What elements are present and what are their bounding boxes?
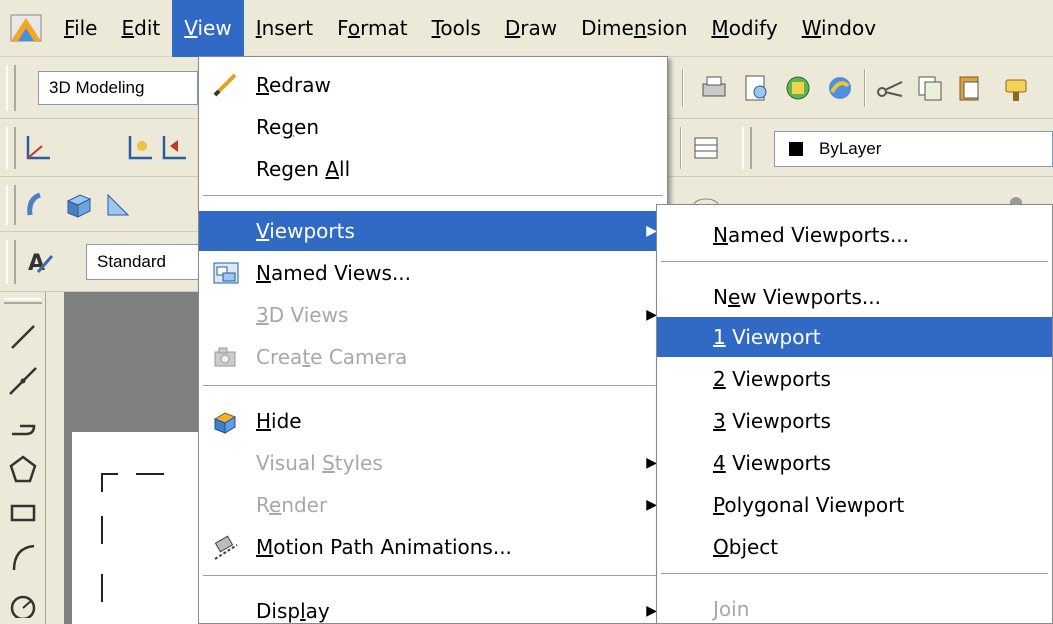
menu-item-motion-path-animations[interactable]: Motion Path Animations... — [199, 527, 667, 567]
toolbar-grip[interactable] — [742, 127, 752, 169]
polysolid-icon[interactable] — [22, 189, 54, 221]
toolbar-separator — [864, 69, 866, 107]
menu-item-create-camera[interactable]: Create Camera — [199, 337, 667, 377]
viewports-submenu: Named Viewports... New Viewports... 1 Vi… — [656, 204, 1053, 624]
polyline-icon[interactable] — [6, 408, 40, 442]
box-icon[interactable] — [62, 189, 94, 221]
3d-dwf-icon[interactable] — [824, 72, 856, 104]
menu-item-redraw[interactable]: Redraw — [199, 65, 667, 105]
redraw-pencil-icon — [213, 73, 237, 97]
menu-item-object[interactable]: Object — [657, 527, 1052, 567]
menu-item-2-viewports[interactable]: 2 Viewports — [657, 359, 1052, 399]
menu-view[interactable]: View — [172, 0, 244, 57]
autocad-app-icon[interactable] — [8, 10, 44, 46]
toolbar-grip[interactable] — [6, 65, 16, 111]
menu-separator — [203, 385, 663, 387]
menu-item-new-viewports[interactable]: New Viewports... — [657, 277, 1052, 317]
text-style-combo[interactable]: Standard — [86, 244, 202, 280]
ucs-icon[interactable] — [22, 132, 54, 164]
menu-item-visual-styles[interactable]: Visual Styles ▶ — [199, 443, 667, 483]
wedge-icon[interactable] — [102, 189, 134, 221]
menu-separator — [203, 575, 663, 577]
svg-text:A: A — [28, 251, 45, 276]
rectangle-icon[interactable] — [6, 496, 40, 530]
menu-separator — [661, 261, 1048, 263]
circle-icon[interactable] — [6, 584, 40, 618]
ucs-previous-icon[interactable] — [158, 132, 190, 164]
polygon-icon[interactable] — [6, 452, 40, 486]
menu-item-polygonal-viewport[interactable]: Polygonal Viewport — [657, 485, 1052, 525]
menu-edit[interactable]: Edit — [109, 0, 172, 57]
match-properties-icon[interactable] — [1000, 72, 1032, 104]
color-combo[interactable]: ByLayer — [774, 131, 1053, 167]
toolbar-grip[interactable] — [6, 127, 16, 169]
toolbar-grip[interactable] — [4, 298, 42, 304]
menu-item-hide[interactable]: Hide — [199, 401, 667, 441]
layer-states-icon[interactable] — [690, 132, 722, 164]
color-swatch — [789, 142, 803, 156]
copy-icon[interactable] — [914, 72, 946, 104]
viewport-border — [101, 473, 164, 602]
menu-insert[interactable]: Insert — [244, 0, 325, 57]
menu-separator — [203, 195, 663, 197]
plot-preview-icon[interactable] — [740, 72, 772, 104]
cut-icon[interactable] — [874, 72, 906, 104]
menu-window[interactable]: Windov — [790, 0, 888, 57]
menu-item-viewports[interactable]: Viewports ▶ — [199, 211, 667, 251]
menu-item-join[interactable]: Join — [657, 589, 1052, 624]
menu-modify[interactable]: Modify — [699, 0, 789, 57]
workspace-combo[interactable]: 3D Modeling — [38, 71, 198, 105]
menu-item-1-viewport[interactable]: 1 Viewport — [657, 317, 1052, 357]
color-combo-label: ByLayer — [819, 139, 882, 158]
toolbar-grip[interactable] — [6, 185, 16, 225]
toolbar-separator — [682, 69, 684, 107]
menu-file[interactable]: File — [52, 0, 109, 57]
menu-item-4-viewports[interactable]: 4 Viewports — [657, 443, 1052, 483]
menu-dimension[interactable]: Dimension — [569, 0, 699, 57]
menu-item-3-viewports[interactable]: 3 Viewports — [657, 401, 1052, 441]
menu-item-render[interactable]: Render ▶ — [199, 485, 667, 525]
ucs-world-icon[interactable] — [124, 132, 156, 164]
camera-icon — [214, 347, 236, 367]
toolbar-separator — [680, 127, 682, 169]
menu-tools[interactable]: Tools — [420, 0, 493, 57]
menu-item-3d-views[interactable]: 3D Views ▶ — [199, 295, 667, 335]
menu-item-display[interactable]: Display ▶ — [199, 591, 667, 624]
line-icon[interactable] — [6, 320, 40, 354]
motion-path-icon — [214, 535, 238, 560]
paste-icon[interactable] — [954, 72, 986, 104]
menu-item-named-viewports[interactable]: Named Viewports... — [657, 215, 1052, 255]
menu-item-regen-all[interactable]: Regen All — [199, 149, 667, 189]
draw-toolbar — [0, 292, 46, 624]
menu-item-regen[interactable]: Regen — [199, 107, 667, 147]
hide-icon — [213, 412, 237, 434]
menu-draw[interactable]: Draw — [493, 0, 569, 57]
plot-icon[interactable] — [698, 72, 730, 104]
menu-separator — [661, 573, 1048, 575]
arc-icon[interactable] — [6, 540, 40, 574]
menu-bar: File Edit View Insert Format Tools Draw … — [0, 0, 1053, 57]
layout-paper — [72, 432, 202, 624]
construction-line-icon[interactable] — [6, 364, 40, 398]
publish-icon[interactable] — [782, 72, 814, 104]
text-style-icon[interactable]: A — [24, 246, 56, 278]
view-menu-dropdown: Redraw Regen Regen All Viewports ▶ Named… — [198, 56, 668, 624]
named-views-icon — [213, 262, 239, 284]
menu-item-named-views[interactable]: Named Views... — [199, 253, 667, 293]
toolbar-grip[interactable] — [6, 240, 16, 284]
menu-format[interactable]: Format — [325, 0, 420, 57]
drawing-area[interactable] — [64, 292, 204, 624]
